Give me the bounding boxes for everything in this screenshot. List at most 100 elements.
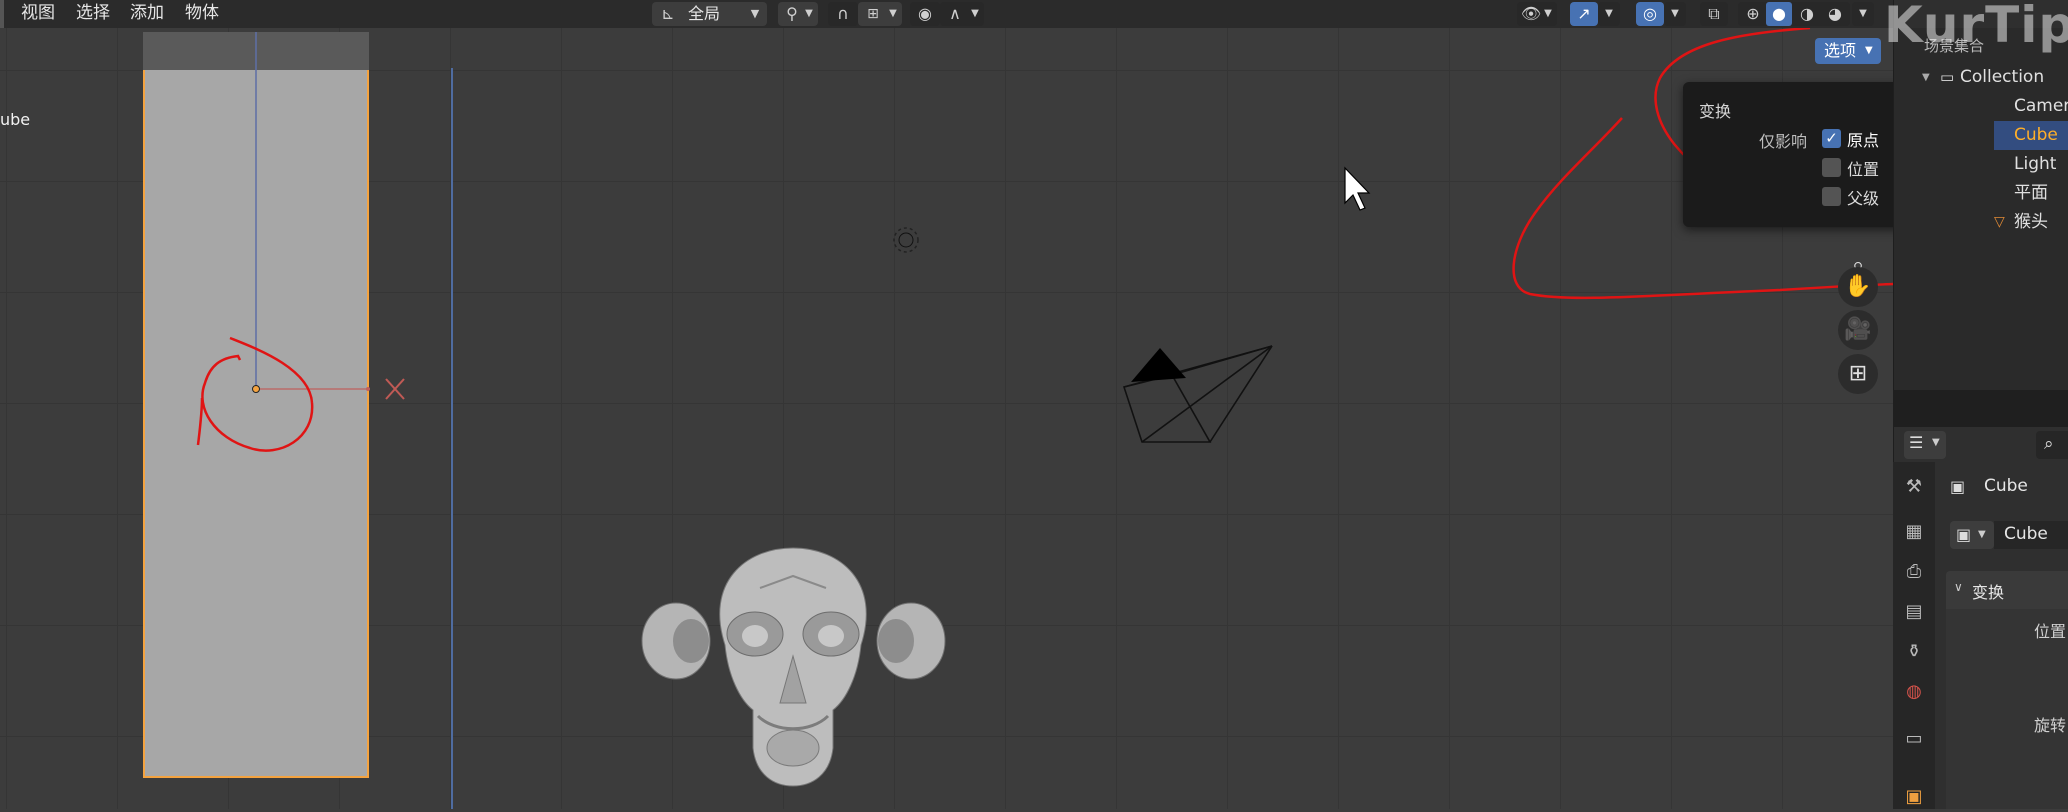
menu-add[interactable]: 添加 <box>130 0 164 28</box>
annotation-stroke-origin <box>196 397 204 446</box>
search-icon: ⌕ <box>2044 434 2054 454</box>
watermark-text: KurTips <box>1884 0 2068 54</box>
camera-object[interactable] <box>1122 345 1273 443</box>
wireframe-shading-icon[interactable]: ⊕ <box>1740 2 1766 26</box>
transform-orientation-dropdown[interactable]: ⊾ 全局 ▼ <box>652 2 767 26</box>
outliner-item-plane[interactable]: 平面 <box>1894 179 2068 208</box>
pivot-icon: ⚲ <box>786 4 798 23</box>
checkbox-box <box>1822 187 1841 206</box>
gizmo-toggle[interactable]: ↗ <box>1570 2 1598 26</box>
outliner-item-monkey[interactable]: ▽ 猴头 <box>1894 208 2068 237</box>
3d-cursor[interactable] <box>893 227 919 253</box>
header-edge <box>0 0 4 28</box>
transform-panel-header[interactable]: ∨ 变换 <box>1946 571 2068 609</box>
menu-select[interactable]: 选择 <box>76 0 110 28</box>
outliner-item-camera[interactable]: Camer <box>1894 92 2068 121</box>
overlays-dropdown[interactable]: ▼ <box>1664 2 1686 26</box>
proportional-edit-icon: ◉ <box>918 4 932 23</box>
gizmo-icon: ↗ <box>1577 4 1591 23</box>
output-tab-icon[interactable]: ⎙ <box>1899 557 1929 587</box>
rotation-label: 旋转 <box>2034 716 2067 735</box>
object-origin[interactable] <box>252 385 260 393</box>
render-tab-icon[interactable]: ▦ <box>1899 517 1929 547</box>
chevron-down-icon: ▼ <box>1978 529 1986 540</box>
visibility-dropdown[interactable]: 👁 ▼ <box>1517 2 1557 26</box>
checkbox-box <box>1822 158 1841 177</box>
affect-origins-label: 原点 <box>1847 131 1880 150</box>
hand-pan-icon[interactable]: ✋ <box>1838 267 1878 307</box>
shading-dropdown[interactable]: ▼ <box>1852 2 1874 26</box>
overlays-toggle[interactable]: ◎ <box>1636 2 1664 26</box>
outliner-panel: 场景集合 ▼ ▭ Collection Camer Cube Light 平面 … <box>1893 0 2068 390</box>
monkey-object[interactable] <box>641 547 946 787</box>
mesh-icon: ▽ <box>1994 214 2005 230</box>
pivot-point-dropdown[interactable]: ⚲ ▼ <box>778 2 818 26</box>
rendered-shading-icon[interactable]: ◕ <box>1822 2 1848 26</box>
solid-shading-icon[interactable]: ● <box>1766 2 1792 26</box>
outliner-item-light[interactable]: Light <box>1894 150 2068 179</box>
outliner-item-label: 猴头 <box>2014 212 2048 232</box>
grid-view-icon[interactable]: ⊞ <box>1838 354 1878 394</box>
overlays-icon: ◎ <box>1643 4 1657 23</box>
object-datablock-dropdown[interactable]: ▣ ▼ <box>1950 521 1994 549</box>
viewport-scene-svg <box>196 28 1893 809</box>
affect-locations-label: 位置 <box>1847 160 1880 179</box>
tool-tab-icon[interactable]: ⚒ <box>1899 472 1929 502</box>
orientation-value: 全局 <box>688 4 721 23</box>
collection-icon: ▭ <box>1940 68 1955 86</box>
axis-orientation-icon: ⊾ <box>661 4 675 23</box>
shading-mode-group: ⊕ ● ◑ ◕ <box>1738 2 1850 26</box>
falloff-curve-icon: ∧ <box>949 4 961 23</box>
outliner-item-label: Cube <box>2014 125 2058 145</box>
collection-tab-icon[interactable]: ▭ <box>1899 724 1929 754</box>
chevron-down-icon: ∨ <box>1954 580 1963 594</box>
viewport-header: 视图 选择 添加 物体 ⊾ 全局 ▼ ⚲ ▼ ∩ ⊞ ▼ ◉ ∧ ▼ 👁 ▼ ↗… <box>0 0 1893 29</box>
chevron-down-icon: ▼ <box>889 8 897 19</box>
snap-increment-icon: ⊞ <box>867 6 879 22</box>
chevron-down-icon: ▼ <box>971 8 979 19</box>
properties-object-name: Cube <box>1984 476 2028 496</box>
camera-view-icon[interactable]: 🎥 <box>1838 310 1878 350</box>
xray-toggle[interactable]: ⧉ <box>1700 2 1728 26</box>
properties-search[interactable]: ⌕ <box>2036 431 2068 459</box>
menu-object[interactable]: 物体 <box>185 0 219 28</box>
snap-toggle[interactable]: ∩ <box>828 2 858 26</box>
snap-target-dropdown[interactable]: ⊞ ▼ <box>858 2 902 26</box>
scene-tab-icon[interactable]: ⚱ <box>1899 637 1929 667</box>
3d-viewport[interactable]: 选项 ▼ ube ⌕ ✋ 🎥 ⊞ <box>0 28 1893 809</box>
falloff-dropdown[interactable]: ∧ ▼ <box>940 2 984 26</box>
object-tab-icon[interactable]: ▣ <box>1899 782 1929 812</box>
chevron-down-icon: ▼ <box>805 8 813 19</box>
chevron-down-icon: ▼ <box>1605 8 1613 19</box>
proportional-edit-toggle[interactable]: ◉ <box>910 2 940 26</box>
view-layer-tab-icon[interactable]: ▤ <box>1899 597 1929 627</box>
chevron-down-icon: ▼ <box>750 7 760 20</box>
outliner-item-label: Camer <box>2014 96 2068 116</box>
3d-cursor-inner <box>898 232 914 248</box>
material-shading-icon[interactable]: ◑ <box>1794 2 1820 26</box>
menu-view[interactable]: 视图 <box>21 0 55 28</box>
chevron-down-icon: ▼ <box>1544 8 1552 19</box>
camera-up-triangle <box>1131 348 1186 382</box>
annotation-circle-origin <box>201 336 314 452</box>
chevron-down-icon: ▼ <box>1859 8 1867 19</box>
editor-divider[interactable] <box>1893 390 2068 427</box>
gizmo-dropdown[interactable]: ▼ <box>1598 2 1620 26</box>
affect-parents-label: 父级 <box>1847 189 1880 208</box>
affect-only-label: 仅影响 <box>1759 132 1808 151</box>
collection-label: Collection <box>1960 67 2045 87</box>
x-axis-end <box>366 387 370 391</box>
check-icon: ✓ <box>1822 129 1841 148</box>
magnet-icon: ∩ <box>837 4 849 23</box>
outliner-item-label: 平面 <box>2014 183 2048 203</box>
transform-panel-title: 变换 <box>1972 583 2005 602</box>
outliner-item-cube[interactable]: Cube <box>1994 121 2068 150</box>
world-tab-icon[interactable]: ◍ <box>1899 677 1929 707</box>
editor-type-dropdown[interactable]: ☰ ▼ <box>1904 431 1946 459</box>
eye-icon: 👁 <box>1520 4 1542 23</box>
object-name-field[interactable]: Cube <box>1994 521 2068 549</box>
properties-editor-icon: ☰ <box>1909 433 1924 452</box>
location-label: 位置 <box>2034 622 2067 641</box>
popover-section-title: 变换 <box>1699 102 1732 121</box>
object-type-icon: ▣ <box>1950 477 1966 496</box>
